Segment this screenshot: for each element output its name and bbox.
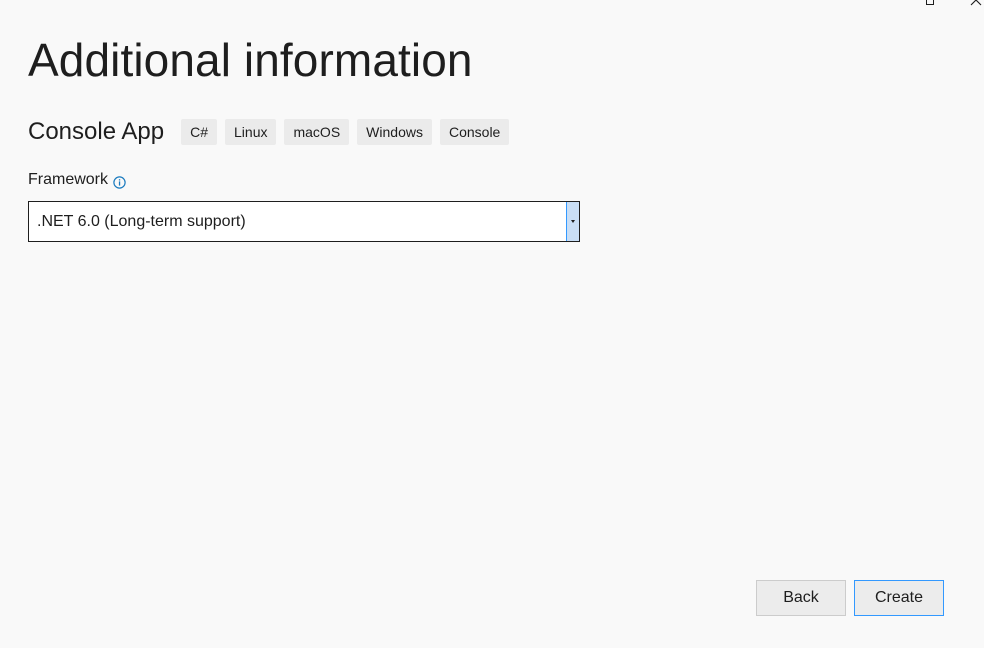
framework-dropdown[interactable]: .NET 6.0 (Long-term support)	[28, 201, 580, 242]
tag-platform-windows: Windows	[357, 119, 432, 145]
tag-language: C#	[181, 119, 218, 145]
page-title: Additional information	[28, 34, 473, 86]
maximize-icon[interactable]	[926, 0, 934, 5]
create-button[interactable]: Create	[854, 580, 944, 616]
chevron-down-icon	[571, 220, 575, 223]
window-controls	[894, 0, 984, 8]
project-name: Console App	[28, 118, 165, 145]
tag-platform-macos: macOS	[284, 119, 350, 145]
framework-selected-value: .NET 6.0 (Long-term support)	[37, 213, 246, 230]
back-button[interactable]: Back	[756, 580, 846, 616]
dropdown-button[interactable]	[566, 202, 579, 241]
info-icon[interactable]	[113, 176, 126, 189]
framework-label: Framework	[28, 171, 109, 188]
framework-label-row: Framework	[28, 169, 126, 191]
project-summary: Console App C# Linux macOS Windows Conso…	[28, 116, 517, 148]
tag-project-type: Console	[439, 119, 510, 145]
close-icon[interactable]	[970, 0, 982, 6]
tag-platform-linux: Linux	[225, 119, 277, 145]
